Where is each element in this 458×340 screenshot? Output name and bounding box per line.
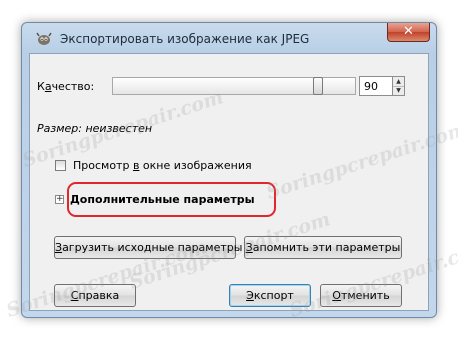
help-button[interactable]: Справка	[54, 284, 136, 307]
preview-checkbox[interactable]	[55, 160, 66, 171]
preview-checkbox-label[interactable]: Просмотр в окне изображения	[73, 159, 252, 172]
title-bar[interactable]: Экспортировать изображение как JPEG ✕	[22, 23, 436, 53]
close-button[interactable]: ✕	[387, 23, 430, 42]
export-dialog: Экспортировать изображение как JPEG ✕ Ка…	[21, 22, 437, 318]
save-defaults-button[interactable]: Запомнить эти параметры	[244, 236, 402, 259]
window-title: Экспортировать изображение как JPEG	[60, 32, 310, 46]
cancel-button[interactable]: Отменить	[320, 284, 402, 307]
quality-label: Качество:	[37, 80, 95, 93]
quality-spin-buttons[interactable]: ▲ ▼	[393, 76, 405, 96]
load-defaults-button[interactable]: Загрузить исходные параметры	[54, 236, 242, 259]
advanced-options-expander[interactable]: Дополнительные параметры	[70, 193, 255, 206]
spin-down-icon[interactable]: ▼	[393, 86, 404, 95]
dialog-content: Качество: 90 ▲ ▼ Размер: неизвестен Прос…	[29, 53, 429, 311]
gimp-app-icon	[36, 32, 52, 45]
close-icon: ✕	[403, 24, 414, 39]
quality-spin-input[interactable]: 90	[359, 76, 393, 96]
file-size-text: Размер: неизвестен	[37, 122, 153, 135]
expand-plus-icon[interactable]: +	[55, 195, 64, 204]
quality-slider-thumb[interactable]	[313, 77, 323, 95]
export-button[interactable]: Экспорт	[229, 284, 311, 307]
